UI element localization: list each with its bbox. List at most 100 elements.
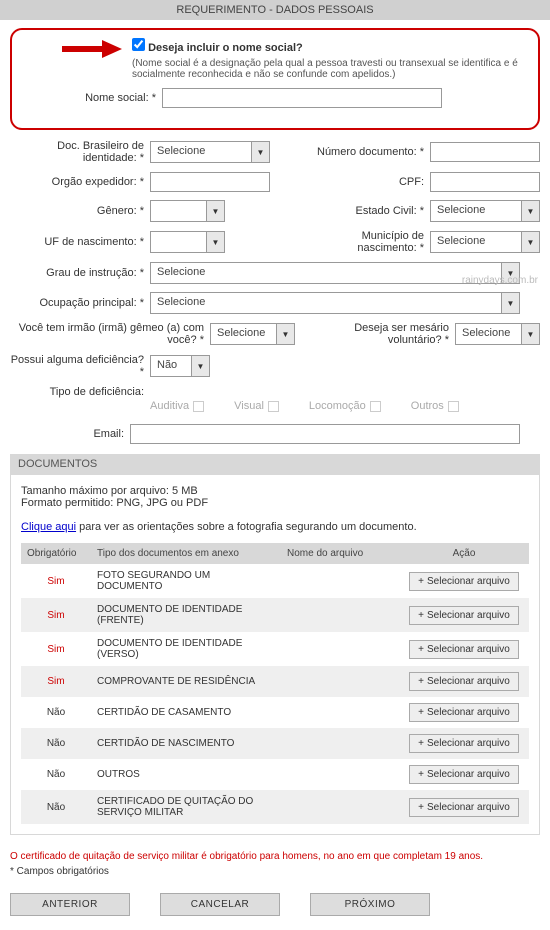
chevron-down-icon: ▼ xyxy=(206,201,224,221)
selecionar-arquivo-button[interactable]: + Selecionar arquivo xyxy=(409,798,519,817)
selecionar-arquivo-button[interactable]: + Selecionar arquivo xyxy=(409,703,519,722)
cell-obrig: Sim xyxy=(21,598,91,632)
nome-social-input[interactable] xyxy=(162,88,442,108)
irmao-select[interactable]: Selecione ▼ xyxy=(210,323,295,345)
cell-tipo: FOTO SEGURANDO UM DOCUMENTO xyxy=(91,564,281,598)
chevron-down-icon: ▼ xyxy=(191,356,209,376)
chevron-down-icon: ▼ xyxy=(521,232,539,252)
table-row: NãoCERTIDÃO DE CASAMENTO + Selecionar arq… xyxy=(21,697,529,728)
plus-icon: + xyxy=(418,610,424,621)
cell-tipo: CERTIDÃO DE CASAMENTO xyxy=(91,697,281,728)
chevron-down-icon: ▼ xyxy=(501,293,519,313)
mesario-label: Deseja ser mesário voluntário? * xyxy=(335,322,455,346)
uf-nasc-select[interactable]: ▼ xyxy=(150,231,225,253)
municipio-select[interactable]: Selecione ▼ xyxy=(430,231,540,253)
cell-obrig: Sim xyxy=(21,632,91,666)
cell-obrig: Não xyxy=(21,728,91,759)
plus-icon: + xyxy=(418,676,424,687)
plus-icon: + xyxy=(418,707,424,718)
selecionar-arquivo-button[interactable]: + Selecionar arquivo xyxy=(409,640,519,659)
num-doc-input[interactable] xyxy=(430,142,540,162)
table-row: SimFOTO SEGURANDO UM DOCUMENTO+ Selecion… xyxy=(21,564,529,598)
chevron-down-icon: ▼ xyxy=(521,324,539,344)
cell-nome xyxy=(281,564,399,598)
th-tipo: Tipo dos documentos em anexo xyxy=(91,543,281,564)
checkbox-disabled-icon xyxy=(268,401,279,412)
documentos-section: Tamanho máximo por arquivo: 5 MB Formato… xyxy=(10,474,540,835)
doc-br-select[interactable]: Selecione ▼ xyxy=(150,141,270,163)
max-size-text: Tamanho máximo por arquivo: 5 MB xyxy=(21,485,529,497)
cell-nome xyxy=(281,632,399,666)
grau-label: Grau de instrução: * xyxy=(10,267,150,279)
plus-icon: + xyxy=(418,769,424,780)
military-warning: O certificado de quitação de serviço mil… xyxy=(0,843,550,864)
cell-nome xyxy=(281,759,399,790)
irmao-label: Você tem irmão (irmã) gêmeo (a) com você… xyxy=(10,322,210,346)
checkbox-disabled-icon xyxy=(370,401,381,412)
selecionar-arquivo-button[interactable]: + Selecionar arquivo xyxy=(409,672,519,691)
cpf-input[interactable] xyxy=(430,172,540,192)
municipio-label: Município de nascimento: * xyxy=(310,230,430,254)
format-text: Formato permitido: PNG, JPG ou PDF xyxy=(21,497,529,509)
orgao-input[interactable] xyxy=(150,172,270,192)
genero-label: Gênero: * xyxy=(10,205,150,217)
cell-obrig: Não xyxy=(21,759,91,790)
th-acao: Ação xyxy=(399,543,529,564)
deficiencia-select[interactable]: Não ▼ xyxy=(150,355,210,377)
cell-tipo: OUTROS xyxy=(91,759,281,790)
anterior-button[interactable]: ANTERIOR xyxy=(10,893,130,916)
orientacoes-link[interactable]: Clique aqui xyxy=(21,521,76,533)
ocupacao-label: Ocupação principal: * xyxy=(10,297,150,309)
estado-civil-select[interactable]: Selecione ▼ xyxy=(430,200,540,222)
nome-social-checkbox-label: Deseja incluir o nome social? xyxy=(148,42,303,54)
th-obrig: Obrigatório xyxy=(21,543,91,564)
cell-obrig: Sim xyxy=(21,666,91,697)
cell-nome xyxy=(281,697,399,728)
cell-tipo: CERTIDÃO DE NASCIMENTO xyxy=(91,728,281,759)
chevron-down-icon: ▼ xyxy=(206,232,224,252)
plus-icon: + xyxy=(418,802,424,813)
table-row: SimDOCUMENTO DE IDENTIDADE (VERSO) + Sele… xyxy=(21,632,529,666)
selecionar-arquivo-button[interactable]: + Selecionar arquivo xyxy=(409,606,519,625)
selecionar-arquivo-button[interactable]: + Selecionar arquivo xyxy=(409,765,519,784)
arrow-icon xyxy=(62,38,122,63)
cell-obrig: Não xyxy=(21,697,91,728)
plus-icon: + xyxy=(418,644,424,655)
cell-nome xyxy=(281,598,399,632)
plus-icon: + xyxy=(418,738,424,749)
nome-social-label: Nome social: * xyxy=(22,92,162,104)
doc-br-label: Doc. Brasileiro de identidade: * xyxy=(10,140,150,164)
table-row: SimDOCUMENTO DE IDENTIDADE (FRENTE)+ Sel… xyxy=(21,598,529,632)
checkbox-disabled-icon xyxy=(448,401,459,412)
genero-select[interactable]: ▼ xyxy=(150,200,225,222)
tipo-def-options: Auditiva Visual Locomoção Outros xyxy=(150,400,540,412)
cancelar-button[interactable]: CANCELAR xyxy=(160,893,280,916)
mesario-select[interactable]: Selecione ▼ xyxy=(455,323,540,345)
documentos-header: DOCUMENTOS xyxy=(10,454,540,474)
watermark: rainydays.com.br xyxy=(462,275,538,286)
num-doc-label: Número documento: * xyxy=(310,146,430,158)
nome-social-checkbox[interactable] xyxy=(132,38,145,51)
table-row: SimCOMPROVANTE DE RESIDÊNCIA+ Selecionar… xyxy=(21,666,529,697)
cell-obrig: Não xyxy=(21,790,91,824)
page-header: REQUERIMENTO - DADOS PESSOAIS xyxy=(0,0,550,20)
cell-nome xyxy=(281,790,399,824)
nome-social-description: (Nome social é a designação pela qual a … xyxy=(132,58,528,80)
table-row: NãoOUTROS + Selecionar arquivo xyxy=(21,759,529,790)
orgao-label: Orgão expedidor: * xyxy=(10,176,150,188)
email-input[interactable] xyxy=(130,424,520,444)
documentos-table: Obrigatório Tipo dos documentos em anexo… xyxy=(21,543,529,824)
deficiencia-label: Possui alguma deficiência? * xyxy=(10,354,150,378)
ocupacao-select[interactable]: Selecione ▼ xyxy=(150,292,520,314)
nome-social-highlight: Deseja incluir o nome social? (Nome soci… xyxy=(10,28,540,130)
orientacoes-rest: para ver as orientações sobre a fotograf… xyxy=(76,521,417,533)
selecionar-arquivo-button[interactable]: + Selecionar arquivo xyxy=(409,734,519,753)
cell-tipo: DOCUMENTO DE IDENTIDADE (VERSO) xyxy=(91,632,281,666)
selecionar-arquivo-button[interactable]: + Selecionar arquivo xyxy=(409,572,519,591)
table-row: NãoCERTIDÃO DE NASCIMENTO + Selecionar ar… xyxy=(21,728,529,759)
tipo-def-label: Tipo de deficiência: xyxy=(10,386,150,398)
proximo-button[interactable]: PRÓXIMO xyxy=(310,893,430,916)
cell-tipo: CERTIFICADO DE QUITAÇÃO DO SERVIÇO MILIT… xyxy=(91,790,281,824)
th-nome: Nome do arquivo xyxy=(281,543,399,564)
chevron-down-icon: ▼ xyxy=(521,201,539,221)
